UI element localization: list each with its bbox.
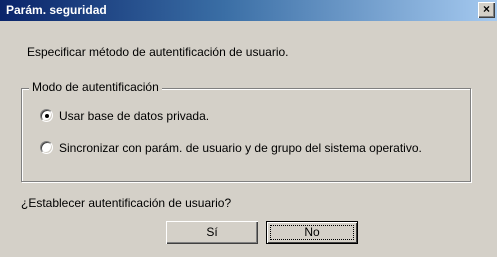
no-button[interactable]: No — [266, 221, 358, 244]
radio-label-private-db[interactable]: Usar base de datos privada. — [59, 109, 209, 123]
radio-label-sync-os[interactable]: Sincronizar con parám. de usuario y de g… — [59, 141, 422, 155]
question-text: ¿Establecer autentificación de usuario? — [21, 196, 232, 210]
window-title: Parám. seguridad — [6, 3, 107, 17]
radio-button-private-db[interactable] — [40, 109, 53, 122]
no-button-label: No — [304, 225, 320, 239]
radio-selected-dot — [45, 114, 49, 118]
radio-button-sync-os[interactable] — [40, 141, 53, 154]
title-bar[interactable]: Parám. seguridad × — [0, 0, 497, 21]
auth-mode-groupbox — [21, 88, 471, 182]
security-settings-dialog: Parám. seguridad × Especificar método de… — [0, 0, 497, 257]
close-icon: × — [482, 2, 490, 16]
auth-mode-group-label: Modo de autentificación — [29, 80, 162, 94]
description-text: Especificar método de autentificación de… — [27, 45, 289, 59]
close-button[interactable]: × — [478, 2, 495, 18]
yes-button[interactable]: Sí — [166, 221, 258, 244]
yes-button-label: Sí — [206, 225, 218, 239]
